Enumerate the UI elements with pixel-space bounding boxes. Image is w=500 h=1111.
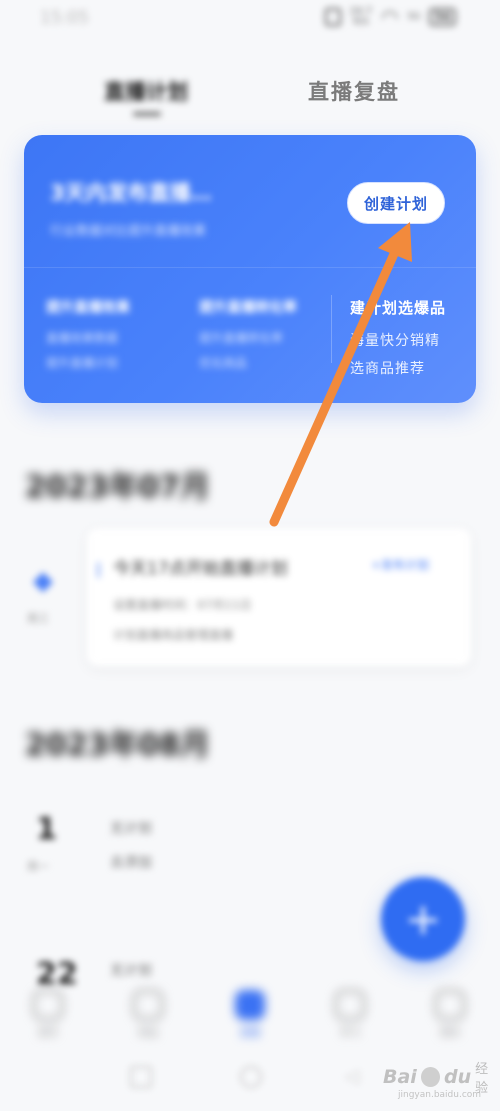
tab-live-plan[interactable]: 直播计划 bbox=[104, 76, 188, 106]
feature-item: 提升直播效果 直播效果数据 提升直播计划 bbox=[46, 297, 130, 371]
shop-icon bbox=[133, 990, 163, 1020]
day-row: 无计划 bbox=[110, 821, 152, 837]
tab-active-indicator bbox=[133, 112, 161, 116]
nav-item-products[interactable]: 商品 bbox=[118, 990, 178, 1039]
nav-item-live[interactable]: 直播 bbox=[220, 990, 280, 1039]
nav-item-profile[interactable]: 我的 bbox=[420, 990, 480, 1039]
network-speed: 24.7 K/s bbox=[350, 7, 372, 27]
plan-item-publish-link[interactable]: +发布计划 bbox=[371, 556, 429, 573]
signal-icon: 5G bbox=[407, 12, 421, 22]
feature-title: 建计划选爆品 bbox=[350, 299, 447, 317]
month-header: 2023年07月 bbox=[25, 470, 211, 505]
home-icon bbox=[33, 990, 63, 1020]
paw-icon bbox=[420, 1067, 440, 1087]
plus-icon: + bbox=[404, 893, 442, 945]
add-plan-fab-button[interactable]: + bbox=[381, 877, 465, 961]
watermark-brand: du bbox=[443, 1066, 472, 1088]
feature-item: 提升直播转化率 提升直播转化率 优化商品 bbox=[199, 297, 297, 371]
nav-item-home[interactable]: 首页 bbox=[18, 990, 78, 1039]
nav-label: 首页 bbox=[38, 1028, 58, 1039]
profile-icon bbox=[435, 990, 465, 1020]
vibrate-icon bbox=[324, 8, 341, 26]
learn-icon bbox=[335, 990, 365, 1020]
nav-label: 学习 bbox=[340, 1028, 360, 1039]
nav-label: 直播 bbox=[240, 1028, 260, 1039]
feature-line: 直播效果数据 bbox=[46, 331, 119, 345]
plan-card: 3天内发布直播… 行业数据对比提升直播效果 创建计划 提升直播效果 直播效果数据… bbox=[24, 135, 476, 403]
status-icons: 24.7 K/s ◠ 5G 56 bbox=[324, 5, 456, 29]
back-icon[interactable] bbox=[130, 1066, 152, 1088]
watermark-url: jingyan.baidu.com bbox=[398, 1090, 482, 1100]
nav-item-learn[interactable]: 学习 bbox=[320, 990, 380, 1039]
home-circle-icon[interactable] bbox=[240, 1066, 262, 1088]
network-speed-unit: K/s bbox=[353, 16, 369, 27]
feature-line: 海量快分销精 bbox=[350, 333, 440, 349]
nav-label: 商品 bbox=[138, 1028, 158, 1039]
nav-label: 我的 bbox=[440, 1028, 460, 1039]
day-number: 22 bbox=[36, 957, 78, 992]
watermark-brand: Bai bbox=[383, 1066, 417, 1088]
plan-item-title: 今天17点开始直播计划 bbox=[113, 559, 288, 579]
bottom-nav: 首页 商品 直播 学习 我的 bbox=[0, 990, 500, 1050]
create-plan-button[interactable]: 创建计划 bbox=[347, 182, 445, 224]
feature-title: 提升直播转化率 bbox=[199, 300, 297, 316]
feature-item-hot-products[interactable]: 建计划选爆品 海量快分销精 选商品推荐 bbox=[350, 297, 446, 378]
tab-live-review[interactable]: 直播复盘 bbox=[308, 76, 400, 106]
plan-item-marker bbox=[97, 562, 100, 578]
timeline-dot-icon: ◆ bbox=[33, 566, 53, 596]
battery-icon: 56 bbox=[429, 8, 456, 26]
day-row: 无计划 bbox=[110, 963, 152, 979]
status-time: 15:05 bbox=[40, 8, 89, 28]
plan-list-item[interactable]: 今天17点开始直播计划 +发布计划 设置直播时间：07月11日 计划直播商品管理… bbox=[86, 527, 472, 667]
live-icon bbox=[235, 990, 265, 1020]
feature-line: 优化商品 bbox=[199, 356, 248, 370]
day-number: 1 bbox=[36, 812, 57, 847]
day-row[interactable]: 去添加 bbox=[110, 852, 152, 872]
plan-card-title: 3天内发布直播… bbox=[50, 181, 212, 205]
recent-apps-icon[interactable]: ◁ bbox=[345, 1066, 367, 1088]
top-tabs: 直播计划 直播复盘 bbox=[0, 60, 500, 120]
feature-line: 提升直播计划 bbox=[46, 356, 119, 370]
plan-item-detail: 计划直播商品管理直播 bbox=[113, 628, 234, 642]
feature-line: 提升直播转化率 bbox=[199, 331, 284, 345]
status-bar: 15:05 24.7 K/s ◠ 5G 56 bbox=[0, 0, 500, 36]
day-weekday: 周一 bbox=[27, 860, 49, 873]
plan-card-subtitle: 行业数据对比提升直播效果 bbox=[50, 224, 207, 239]
timeline-weekday: 周三 bbox=[27, 612, 49, 625]
feature-title: 提升直播效果 bbox=[46, 300, 130, 316]
plan-item-detail: 设置直播时间：07月11日 bbox=[113, 598, 252, 612]
month-header: 2023年08月 bbox=[25, 728, 211, 763]
feature-separator bbox=[331, 295, 332, 363]
feature-line: 选商品推荐 bbox=[350, 361, 425, 377]
wifi-icon: ◠ bbox=[381, 5, 399, 29]
card-divider bbox=[24, 267, 476, 268]
